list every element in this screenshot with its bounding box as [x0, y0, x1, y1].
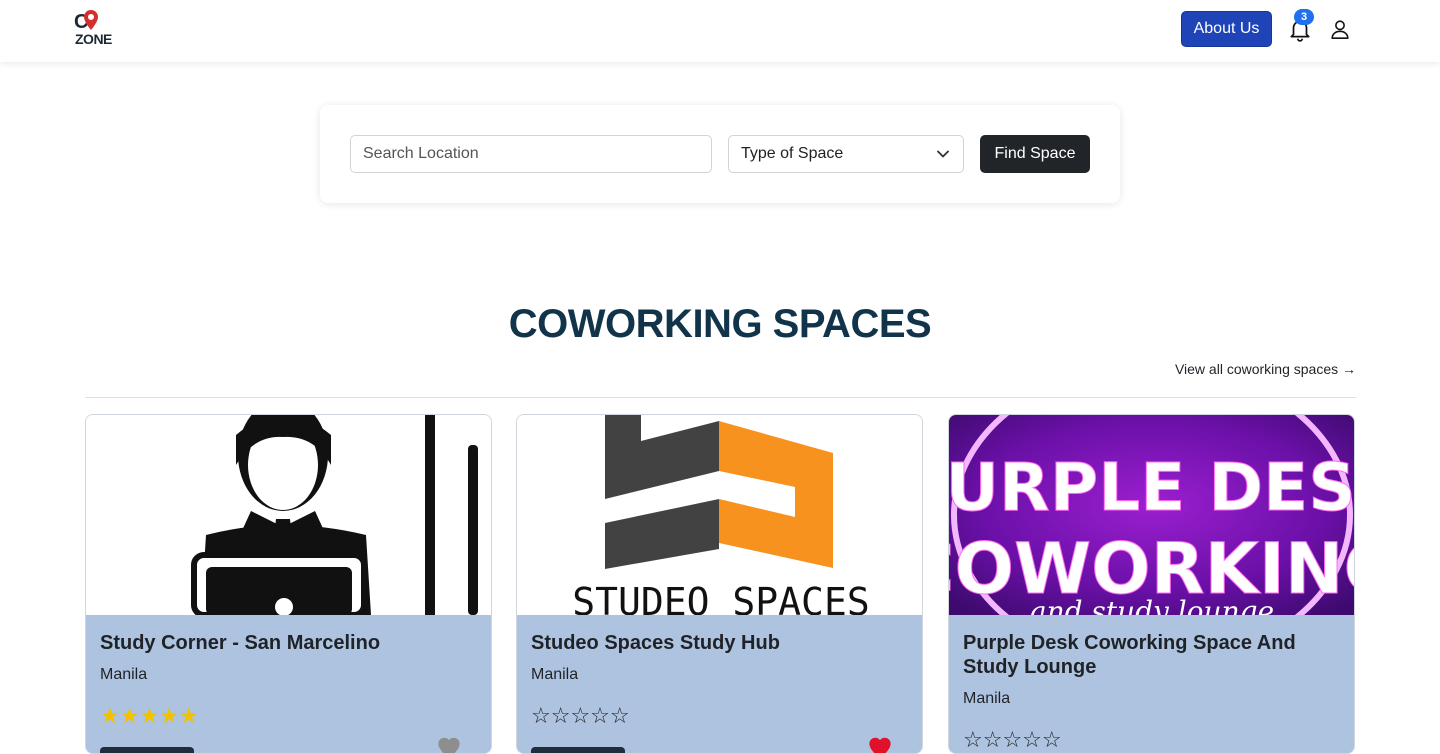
location-pin-icon	[84, 10, 98, 30]
person-laptop-illustration	[86, 415, 491, 615]
notification-badge: 3	[1294, 9, 1314, 25]
space-city: Manila	[963, 690, 1011, 707]
about-us-button[interactable]: About Us	[1181, 11, 1272, 47]
image-wordmark: STUDEO SPACES	[572, 580, 869, 615]
favorite-heart-icon[interactable]	[865, 733, 895, 754]
find-space-button[interactable]: Find Space	[980, 135, 1090, 173]
navbar: C ZONE About Us 3	[0, 0, 1440, 62]
image-tagline: and study lounge	[1030, 595, 1274, 615]
chevron-down-icon	[937, 150, 949, 158]
space-card[interactable]: PURPLE DESK COWORKING and study lounge P…	[948, 414, 1355, 754]
star-rating: ☆☆☆☆☆	[531, 703, 630, 728]
space-city: Manila	[531, 666, 579, 683]
user-profile-icon[interactable]	[1329, 18, 1351, 40]
view-details-button[interactable]	[100, 747, 194, 753]
logo[interactable]: C ZONE	[74, 10, 114, 48]
star-rating: ★★★★★	[100, 703, 199, 728]
divider	[85, 397, 1356, 398]
search-card: Type of Space Find Space	[320, 105, 1120, 203]
image-heading-1: PURPLE DESK	[949, 449, 1354, 526]
space-title[interactable]: Study Corner - San Marcelino	[100, 631, 470, 655]
type-of-space-select[interactable]: Type of Space	[728, 135, 964, 173]
favorite-heart-icon[interactable]	[434, 733, 464, 754]
space-card[interactable]: STUDEO SPACES Studeo Spaces Study Hub Ma…	[516, 414, 923, 754]
view-all-link[interactable]: View all coworking spaces →	[1175, 361, 1356, 377]
space-title[interactable]: Studeo Spaces Study Hub	[531, 631, 901, 655]
space-card[interactable]: Study Corner - San Marcelino Manila ★★★★…	[85, 414, 492, 754]
space-image: PURPLE DESK COWORKING and study lounge	[949, 415, 1354, 615]
section-title: COWORKING SPACES	[508, 302, 932, 346]
space-image: STUDEO SPACES	[517, 415, 922, 615]
type-of-space-label: Type of Space	[741, 145, 844, 162]
logo-wordmark: ZONE	[75, 31, 112, 47]
studeo-logo-image: STUDEO SPACES	[517, 415, 922, 615]
space-image	[86, 415, 491, 615]
view-details-button[interactable]	[531, 747, 625, 753]
star-rating: ☆☆☆☆☆	[963, 727, 1062, 752]
space-city: Manila	[100, 666, 148, 683]
purple-desk-neon-image: PURPLE DESK COWORKING and study lounge	[949, 415, 1354, 615]
space-title[interactable]: Purple Desk Coworking Space And Study Lo…	[963, 631, 1333, 679]
search-location-input[interactable]	[350, 135, 712, 173]
